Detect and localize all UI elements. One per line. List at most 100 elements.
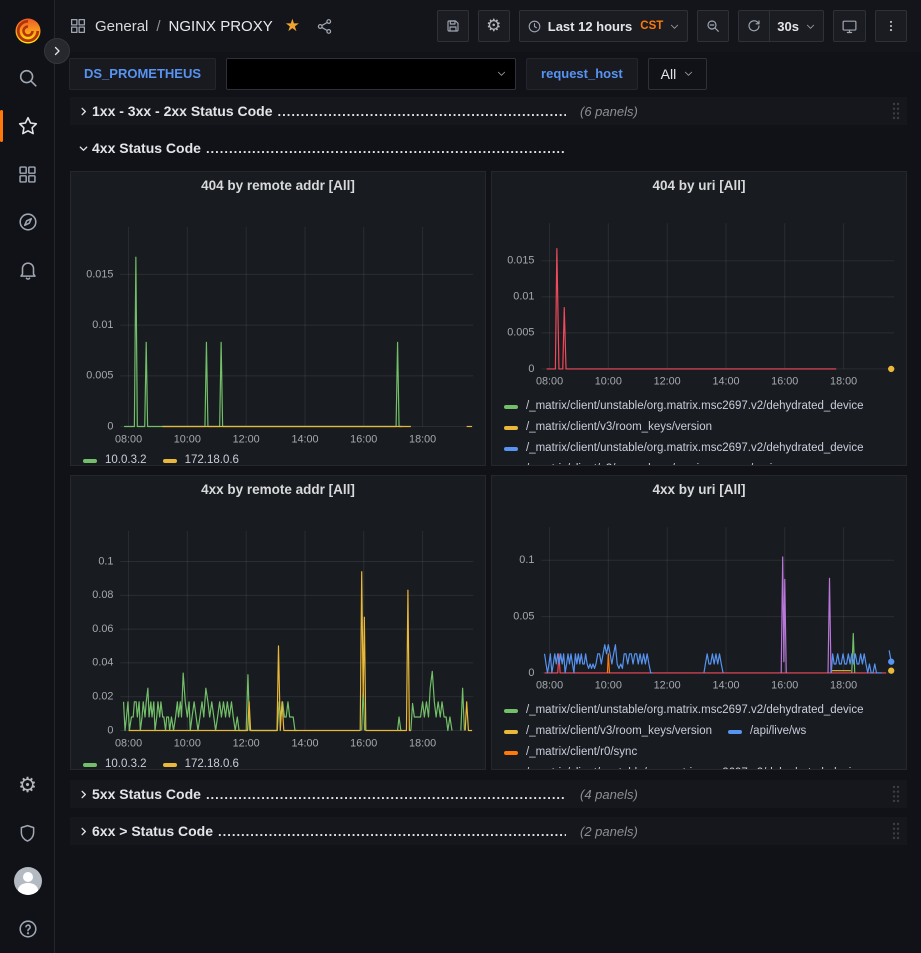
request-host-variable-value[interactable]: All (648, 58, 708, 90)
timeseries-chart[interactable]: 00.050.108:0010:0012:0014:0016:0018:00 (492, 502, 906, 698)
search-icon (17, 67, 39, 89)
save-dashboard-button[interactable] (437, 10, 469, 42)
legend-item[interactable]: /_matrix/client/unstable/org.matrix.msc2… (504, 438, 864, 459)
favorite-star-icon[interactable]: ★ (285, 16, 300, 36)
more-options-button[interactable] (875, 10, 907, 42)
tv-mode-button[interactable] (833, 10, 866, 42)
legend-item[interactable]: /_matrix/client/v3/room_keys/version (504, 721, 712, 742)
legend-item[interactable]: /_matrix/client/r0/sync (504, 742, 637, 763)
legend-label: /_matrix/client/v3/room_keys/version (526, 459, 712, 466)
sidebar-expand-button[interactable] (44, 38, 70, 64)
top-navbar: General / NGINX PROXY ★ ⚙ Last 12 hours … (55, 0, 921, 52)
legend-label: /sw.js (750, 459, 778, 466)
page-title[interactable]: NGINX PROXY (169, 18, 273, 35)
panel-title[interactable]: 404 by remote addr [All] (71, 172, 485, 198)
legend-label: /api/live/ws (750, 721, 806, 742)
row-4xx[interactable]: 4xx Status Code ........................… (70, 134, 907, 162)
row-6xx[interactable]: 6xx > Status Code ......................… (70, 817, 907, 845)
row-dots: ........................................… (278, 104, 566, 119)
datasource-variable-label[interactable]: DS_PROMETHEUS (69, 58, 216, 90)
legend-item[interactable]: /sw.js (728, 459, 778, 466)
share-icon[interactable] (316, 18, 333, 35)
svg-text:14:00: 14:00 (712, 680, 739, 692)
legend-swatch (163, 459, 177, 463)
dashboard-content: 1xx - 3xx - 2xx Status Code ............… (55, 95, 921, 854)
legend-item[interactable]: 172.18.0.6 (163, 450, 239, 466)
legend-label: 10.0.3.2 (105, 450, 147, 466)
request-host-variable-label[interactable]: request_host (526, 58, 638, 90)
row-1xx-3xx-2xx[interactable]: 1xx - 3xx - 2xx Status Code ............… (70, 97, 907, 125)
legend-swatch (504, 709, 518, 713)
row-drag-handle[interactable] (891, 821, 901, 841)
sidebar-bottom: ⚙ (0, 761, 55, 953)
svg-text:0.015: 0.015 (86, 268, 113, 280)
sidebar-item-help[interactable] (0, 905, 55, 953)
svg-text:0.05: 0.05 (513, 611, 534, 623)
panel-legend: 10.0.3.2 172.18.0.6 (71, 448, 485, 466)
panel-title[interactable]: 4xx by uri [All] (492, 476, 906, 502)
chevron-right-icon (74, 826, 92, 837)
row-panel-count: (2 panels) (580, 824, 638, 839)
sidebar-item-server-admin[interactable] (0, 809, 55, 857)
request-host-selected: All (661, 66, 677, 82)
legend-item[interactable]: /_matrix/client/unstable/org.matrix.msc2… (504, 763, 864, 770)
row-drag-handle[interactable] (891, 784, 901, 804)
sidebar-item-configuration[interactable]: ⚙ (0, 761, 55, 809)
sidebar-item-starred[interactable] (0, 102, 55, 150)
sidebar-item-explore[interactable] (0, 198, 55, 246)
breadcrumb-section[interactable]: General (95, 18, 148, 35)
panel-4xx-by-uri: 4xx by uri [All] 00.050.108:0010:0012:00… (491, 475, 907, 770)
bell-icon (17, 259, 39, 281)
svg-text:08:00: 08:00 (115, 433, 142, 445)
svg-text:0.01: 0.01 (513, 291, 534, 303)
svg-text:08:00: 08:00 (536, 376, 563, 388)
dashboard-settings-button[interactable]: ⚙ (478, 10, 510, 42)
legend-item[interactable]: /_matrix/client/v3/room_keys/version (504, 459, 712, 466)
legend-item[interactable]: 172.18.0.6 (163, 754, 239, 770)
panel-404-by-uri: 404 by uri [All] 00.0050.010.01508:0010:… (491, 171, 907, 466)
svg-text:10:00: 10:00 (174, 737, 201, 749)
row-dots: ........................................… (218, 824, 566, 839)
row-5xx[interactable]: 5xx Status Code ........................… (70, 780, 907, 808)
legend-item[interactable]: /api/live/ws (728, 721, 806, 742)
legend-item[interactable]: /_matrix/client/unstable/org.matrix.msc2… (504, 700, 864, 721)
save-icon (445, 18, 461, 34)
kebab-menu-icon (884, 18, 898, 34)
svg-text:0.02: 0.02 (92, 691, 113, 703)
row-title-wrap: 4xx Status Code ........................… (92, 140, 566, 156)
panel-title[interactable]: 404 by uri [All] (492, 172, 906, 198)
svg-text:0: 0 (528, 667, 534, 679)
row-title: 5xx Status Code (92, 786, 201, 802)
legend-item[interactable]: 10.0.3.2 (83, 754, 147, 770)
legend-label: 10.0.3.2 (105, 754, 147, 770)
timeseries-chart[interactable]: 00.020.040.060.080.108:0010:0012:0014:00… (71, 502, 485, 752)
time-range-picker[interactable]: Last 12 hours CST (519, 10, 689, 42)
svg-text:0.015: 0.015 (507, 255, 534, 267)
chevron-right-icon (51, 45, 63, 57)
sidebar-item-profile[interactable] (0, 857, 55, 905)
legend-label: /_matrix/client/unstable/org.matrix.msc2… (526, 396, 864, 417)
row-title: 1xx - 3xx - 2xx Status Code (92, 103, 273, 119)
refresh-interval-label: 30s (777, 19, 799, 34)
svg-text:16:00: 16:00 (771, 680, 798, 692)
row-drag-handle[interactable] (891, 101, 901, 121)
legend-label: /_matrix/client/unstable/org.matrix.msc2… (526, 763, 864, 770)
panel-title[interactable]: 4xx by remote addr [All] (71, 476, 485, 502)
sidebar-item-search[interactable] (0, 54, 55, 102)
sidebar-item-alerting[interactable] (0, 246, 55, 294)
sidebar-item-dashboards[interactable] (0, 150, 55, 198)
legend-item[interactable]: 10.0.3.2 (83, 450, 147, 466)
legend-item[interactable]: /_matrix/client/unstable/org.matrix.msc2… (504, 396, 864, 417)
svg-text:14:00: 14:00 (291, 433, 318, 445)
legend-label: 172.18.0.6 (185, 450, 239, 466)
datasource-variable-value-redacted[interactable] (226, 58, 516, 90)
timeseries-chart[interactable]: 00.0050.010.01508:0010:0012:0014:0016:00… (492, 198, 906, 394)
refresh-interval-picker[interactable]: 30s (770, 10, 824, 42)
zoom-out-time-button[interactable] (697, 10, 729, 42)
panel-4xx-by-remote-addr: 4xx by remote addr [All] 00.020.040.060.… (70, 475, 486, 770)
refresh-button[interactable] (738, 10, 770, 42)
svg-text:18:00: 18:00 (830, 680, 857, 692)
legend-swatch (83, 763, 97, 767)
legend-item[interactable]: /_matrix/client/v3/room_keys/version (504, 417, 712, 438)
timeseries-chart[interactable]: 00.0050.010.01508:0010:0012:0014:0016:00… (71, 198, 485, 448)
